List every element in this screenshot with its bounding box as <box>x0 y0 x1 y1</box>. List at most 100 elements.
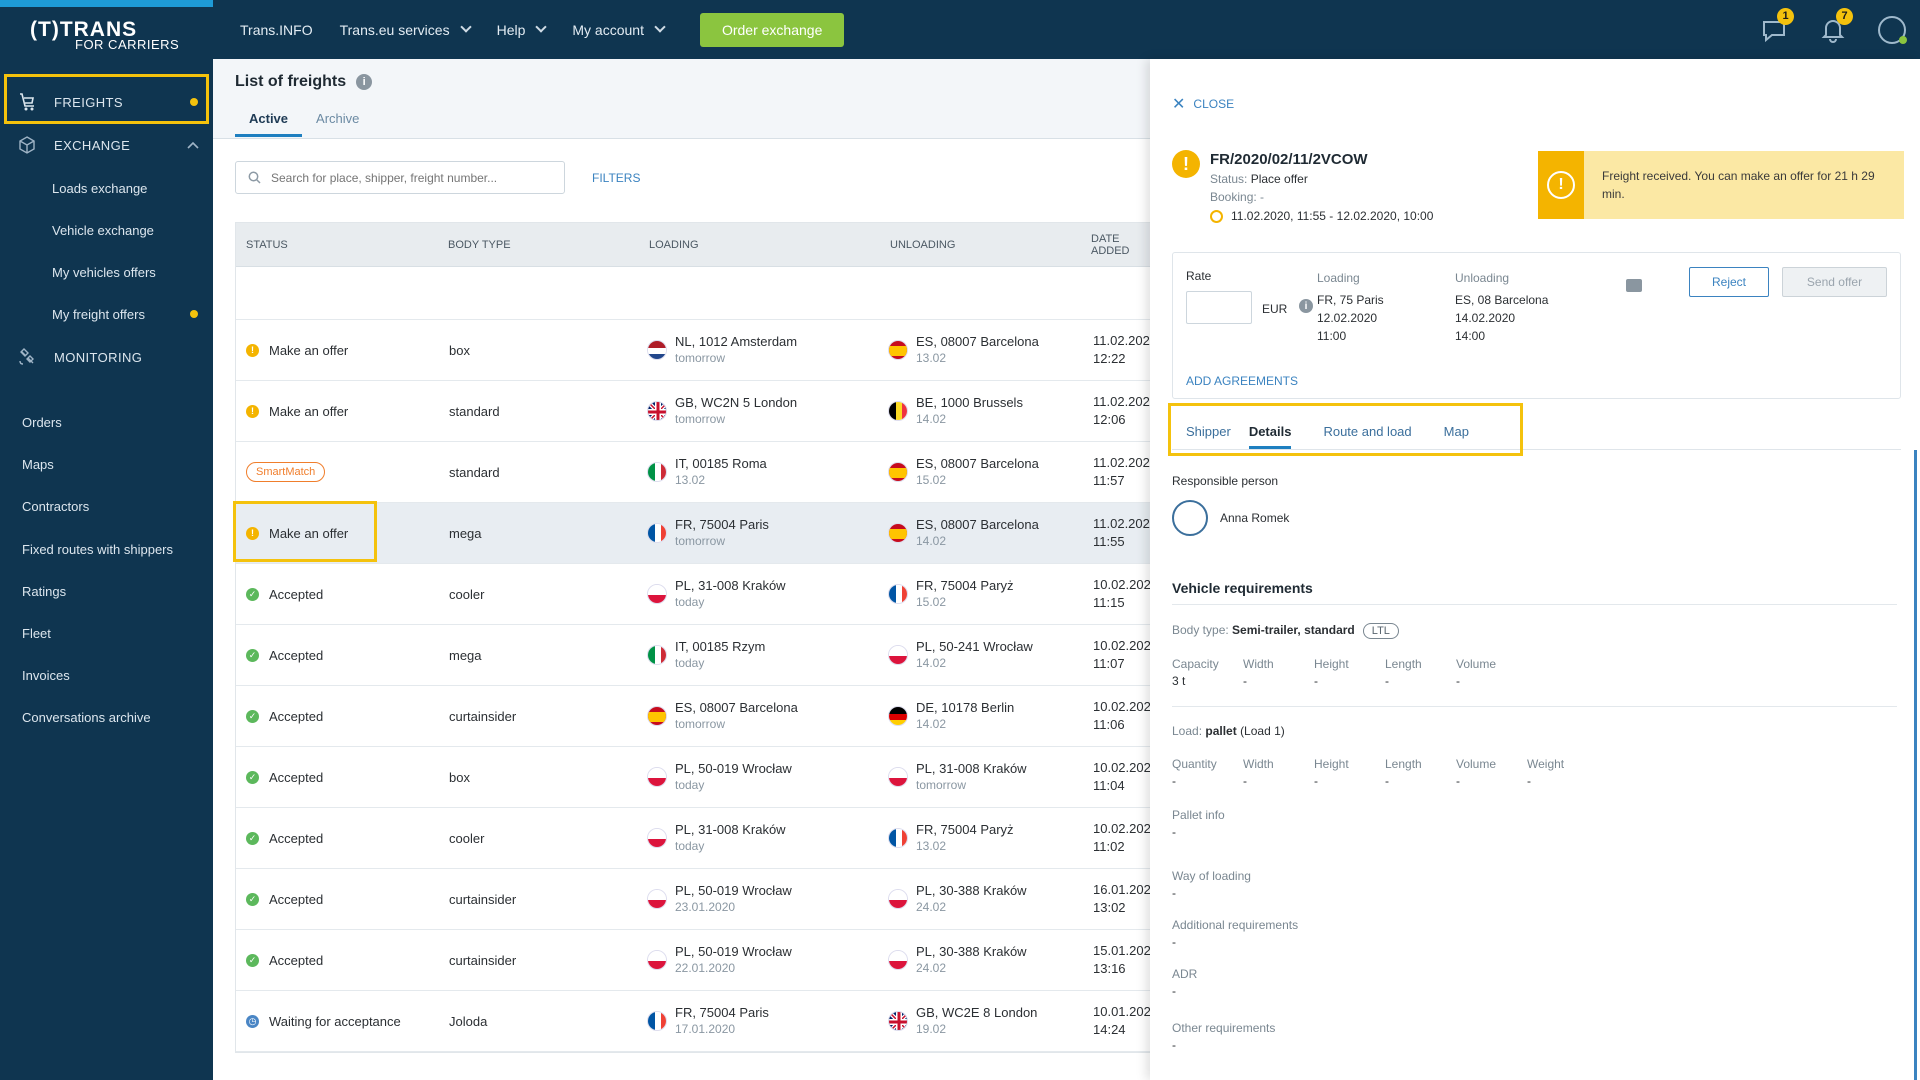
logo[interactable]: (T)TRANS FOR CARRIERS <box>30 18 179 52</box>
date-value: 16.01.2020 <box>1093 882 1159 897</box>
table-row[interactable]: ! Make an offer standard GB, WC2N 5 Londo… <box>236 381 1157 442</box>
detail-tabs: Shipper Details Route and load Map <box>1172 412 1901 450</box>
table-row[interactable]: ! Make an offer box NL, 1012 Amsterdam tom… <box>236 320 1157 381</box>
sidebar-item-loads-exchange[interactable]: Loads exchange <box>0 177 213 199</box>
sidebar-item-freights[interactable]: FREIGHTS <box>0 82 213 122</box>
nav-label: Trans.eu services <box>339 21 450 38</box>
tab-shipper[interactable]: Shipper <box>1186 412 1231 449</box>
column-header-unloading[interactable]: UNLOADING <box>890 239 955 251</box>
table-row[interactable]: ! Make an offer mega FR, 75004 Paris tomor… <box>236 503 1157 564</box>
messages-button[interactable]: 1 <box>1760 7 1794 44</box>
tab-route-and-load[interactable]: Route and load <box>1323 412 1411 449</box>
unloading-place: GB, WC2E 8 London <box>916 1005 1038 1020</box>
close-button[interactable]: ✕ CLOSE <box>1172 94 1234 114</box>
load-length: Length - <box>1385 756 1456 790</box>
nav-trans-info[interactable]: Trans.INFO <box>240 22 313 38</box>
chevron-up-icon[interactable] <box>187 141 199 149</box>
field-value: - <box>1385 774 1389 788</box>
table-row[interactable]: ◷ Waiting for acceptance Joloda FR, 75004… <box>236 991 1158 1052</box>
table-row[interactable]: ✓ Accepted curtainsider ES, 08007 Barcelo… <box>236 686 1158 747</box>
sidebar-item-my-vehicles-offers[interactable]: My vehicles offers <box>0 261 213 283</box>
nav-my-account[interactable]: My account <box>572 21 666 38</box>
check-icon: ✓ <box>246 770 259 784</box>
loading-place: PL, 31-008 Kraków <box>675 578 786 593</box>
body-type-cell: box <box>449 342 470 358</box>
table-row[interactable]: ✓ Accepted curtainsider PL, 50-019 Wrocła… <box>236 930 1158 991</box>
info-icon[interactable]: i <box>356 74 373 90</box>
reject-button[interactable]: Reject <box>1689 267 1769 297</box>
sidebar-item-invoices[interactable]: Invoices <box>0 664 213 686</box>
sidebar-item-ratings[interactable]: Ratings <box>0 580 213 602</box>
adr: ADR - <box>1172 966 1197 1000</box>
notifications-button[interactable]: 7 <box>1819 7 1853 44</box>
freight-table: STATUS BODY TYPE LOADING UNLOADING DATE … <box>235 222 1158 1053</box>
table-row[interactable]: SmartMatch standard IT, 00185 Roma 13.02 … <box>236 442 1157 503</box>
table-row[interactable]: ✓ Accepted cooler PL, 31-008 Kraków today … <box>236 808 1158 869</box>
flag-es-icon <box>888 462 908 482</box>
unloading-cell: PL, 30-388 Kraków 24.02 <box>888 943 1027 977</box>
field-label: Additional requirements <box>1172 918 1299 932</box>
tab-active[interactable]: Active <box>235 111 303 137</box>
sidebar-item-monitoring[interactable]: MONITORING <box>0 338 213 376</box>
alert-icon: ! <box>246 526 259 540</box>
user-avatar-icon[interactable] <box>1878 15 1907 44</box>
comment-icon[interactable] <box>1626 279 1642 292</box>
field-value: - <box>1172 825 1176 839</box>
loading-date: 22.01.2020 <box>675 961 736 975</box>
column-header-status[interactable]: STATUS <box>246 239 288 251</box>
sidebar-item-label: My vehicles offers <box>52 264 156 280</box>
table-row[interactable]: ✓ Accepted box PL, 50-019 Wrocław today PL… <box>236 747 1158 808</box>
search-box[interactable] <box>235 161 565 194</box>
flag-de-icon <box>888 706 908 726</box>
sidebar-item-maps[interactable]: Maps <box>0 453 213 475</box>
loading-place: GB, WC2N 5 London <box>675 395 798 410</box>
body-type-label: Body type: <box>1172 623 1229 637</box>
sidebar-item-vehicle-exchange[interactable]: Vehicle exchange <box>0 219 213 241</box>
top-nav: Trans.INFO Trans.eu services Help My acc… <box>213 0 1920 59</box>
loading-cell: NL, 1012 Amsterdam tomorrow <box>647 333 797 367</box>
load-weight: Weight - <box>1527 756 1598 790</box>
scrollbar[interactable] <box>1914 450 1917 1080</box>
column-header-body-type[interactable]: BODY TYPE <box>448 239 511 251</box>
order-exchange-button[interactable]: Order exchange <box>699 12 845 47</box>
tab-details[interactable]: Details <box>1248 412 1292 449</box>
status-cell: ✓ Accepted <box>246 831 323 846</box>
column-header-date-added[interactable]: DATE ADDED <box>1091 233 1150 257</box>
nav-help[interactable]: Help <box>497 21 548 38</box>
table-row[interactable]: ✓ Accepted cooler PL, 31-008 Kraków today … <box>236 564 1158 625</box>
add-agreements-link[interactable]: ADD AGREEMENTS <box>1186 374 1298 388</box>
table-row[interactable]: ✓ Accepted mega IT, 00185 Rzym today PL, 5… <box>236 625 1158 686</box>
table-row[interactable]: ✓ Accepted curtainsider PL, 50-019 Wrocła… <box>236 869 1158 930</box>
loading-time: 11:00 <box>1317 329 1347 343</box>
field-label: Quantity <box>1172 757 1217 771</box>
clock-icon: ◷ <box>246 1014 259 1028</box>
info-icon[interactable]: i <box>1299 299 1313 313</box>
sidebar-item-conversations-archive[interactable]: Conversations archive <box>0 706 213 728</box>
rate-input[interactable] <box>1186 291 1252 324</box>
field-value: - <box>1172 1038 1176 1052</box>
flag-it-icon <box>647 645 667 665</box>
sidebar-item-contractors[interactable]: Contractors <box>0 495 213 517</box>
flag-pl-icon <box>647 828 667 848</box>
unloading-date: 15.02 <box>916 473 947 487</box>
search-input[interactable] <box>271 170 551 185</box>
sidebar-item-orders[interactable]: Orders <box>0 411 213 433</box>
send-offer-button[interactable]: Send offer <box>1782 267 1887 297</box>
top-stripe <box>0 0 213 7</box>
tab-archive[interactable]: Archive <box>302 111 373 137</box>
nav-trans-services[interactable]: Trans.eu services <box>339 21 472 38</box>
column-header-loading[interactable]: LOADING <box>649 239 699 251</box>
sidebar-item-label: Contractors <box>22 498 90 514</box>
tab-map[interactable]: Map <box>1444 412 1469 449</box>
sidebar-item-fixed-routes[interactable]: Fixed routes with shippers <box>0 538 213 560</box>
sidebar-item-fleet[interactable]: Fleet <box>0 622 213 644</box>
sidebar-item-my-freight-offers[interactable]: My freight offers <box>0 303 213 325</box>
field-value: - <box>1527 774 1531 788</box>
notifications-badge: 7 <box>1836 7 1853 25</box>
date-added-cell: 10.02.2020 11:06 <box>1093 698 1158 734</box>
sidebar-item-exchange[interactable]: EXCHANGE <box>0 125 213 165</box>
sidebar-item-label: Fleet <box>22 625 51 641</box>
sidebar-item-label: Vehicle exchange <box>52 222 154 238</box>
loading-place: PL, 50-019 Wrocław <box>675 944 792 959</box>
filters-button[interactable]: FILTERS <box>592 171 640 185</box>
